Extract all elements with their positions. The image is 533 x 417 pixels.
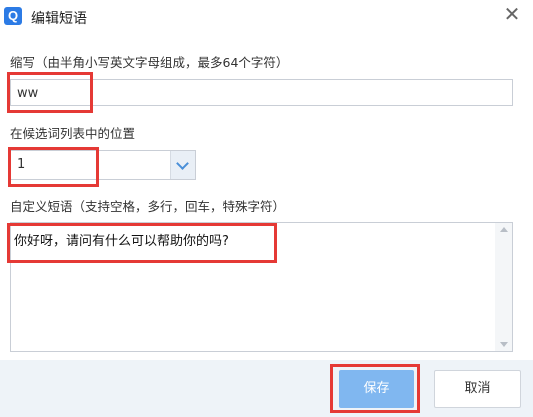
abbreviation-value: ww bbox=[17, 86, 39, 101]
app-logo-icon: Q bbox=[4, 7, 22, 25]
position-label: 在候选词列表中的位置 bbox=[10, 126, 136, 141]
scroll-down-arrow-icon[interactable] bbox=[500, 342, 508, 347]
abbreviation-input[interactable]: ww bbox=[10, 79, 513, 106]
cancel-button[interactable]: 取消 bbox=[434, 370, 521, 408]
custom-phrase-textarea[interactable]: 你好呀，请问有什么可以帮助你的吗? bbox=[10, 222, 513, 352]
abbreviation-label: 缩写（由半角小写英文字母组成，最多64个字符） bbox=[10, 55, 289, 70]
dialog-title: 编辑短语 bbox=[31, 11, 87, 27]
edit-phrase-dialog: Q 编辑短语 ✕ 缩写（由半角小写英文字母组成，最多64个字符） ww 在候选词… bbox=[0, 0, 533, 417]
position-value: 1 bbox=[17, 157, 26, 172]
position-select[interactable]: 1 bbox=[10, 150, 196, 180]
custom-phrase-value: 你好呀，请问有什么可以帮助你的吗? bbox=[14, 234, 229, 249]
title-bar: Q 编辑短语 ✕ bbox=[0, 0, 533, 34]
custom-phrase-label: 自定义短语（支持空格，多行，回车，特殊字符） bbox=[10, 199, 286, 214]
save-button[interactable]: 保存 bbox=[339, 370, 414, 408]
scroll-up-arrow-icon[interactable] bbox=[500, 227, 508, 232]
dropdown-button[interactable] bbox=[170, 151, 195, 179]
chevron-down-icon bbox=[176, 157, 189, 170]
close-icon[interactable]: ✕ bbox=[500, 2, 524, 26]
textarea-scrollbar[interactable] bbox=[495, 223, 512, 351]
